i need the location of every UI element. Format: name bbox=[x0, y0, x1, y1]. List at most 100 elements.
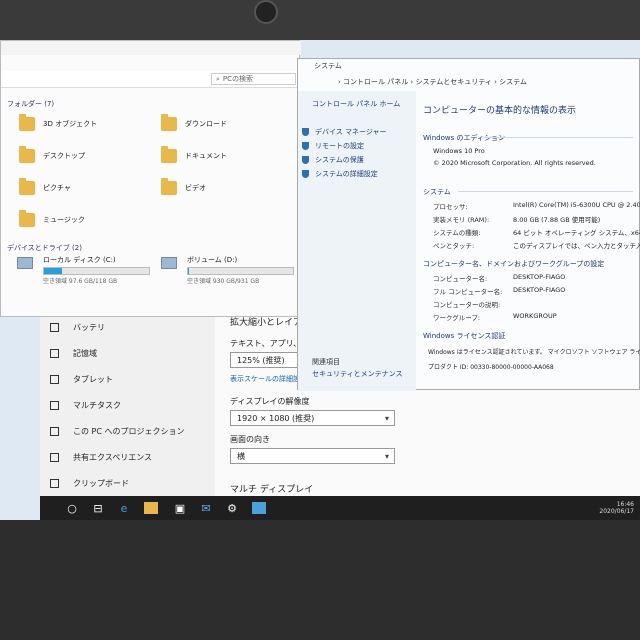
clipboard-icon bbox=[50, 478, 59, 488]
folder-downloads[interactable]: ダウンロード bbox=[161, 114, 227, 131]
projection-icon bbox=[50, 426, 59, 436]
chevron-down-icon: ▾ bbox=[384, 414, 389, 423]
folder-desktop[interactable]: デスクトップ bbox=[19, 146, 85, 163]
nav-item-storage[interactable]: 記憶域 bbox=[50, 344, 97, 362]
webcam bbox=[254, 0, 278, 24]
see-also-header: 関連項目 bbox=[312, 358, 340, 366]
system-left-pane: コントロール パネル ホーム デバイス マネージャー リモートの設定 システムの… bbox=[298, 91, 416, 391]
resolution-label: ディスプレイの解像度 bbox=[230, 397, 310, 406]
system-clock[interactable]: 16:46 2020/06/17 bbox=[599, 501, 634, 515]
processor-label: プロセッサ: bbox=[433, 203, 468, 211]
description-label: コンピューターの説明: bbox=[433, 301, 501, 309]
storage-icon bbox=[50, 348, 59, 358]
settings-icon[interactable]: ⚙ bbox=[224, 500, 240, 516]
drive-d-usage-fill bbox=[188, 268, 190, 274]
drive-icon bbox=[161, 257, 177, 269]
ram-value: 8.00 GB (7.88 GB 使用可能) bbox=[513, 216, 601, 224]
edition-value: Windows 10 Pro bbox=[433, 147, 485, 155]
settings-nav: バッテリ 記憶域 タブレット マルチタスク この PC へのプロジェクション 共… bbox=[40, 310, 215, 520]
workgroup-value: WORKGROUP bbox=[513, 312, 557, 320]
battery-icon bbox=[50, 322, 59, 332]
explorer-window: ⌕ PCの検索 フォルダー (7) 3D オブジェクト ダウンロード デスクトップ… bbox=[0, 40, 301, 317]
search-icon: ⌕ bbox=[216, 74, 220, 83]
system-heading: コンピューターの基本的な情報の表示 bbox=[423, 106, 577, 116]
advanced-settings-link[interactable]: システムの詳細設定 bbox=[302, 169, 378, 179]
system-protection-link[interactable]: システムの保護 bbox=[302, 155, 364, 165]
license-text[interactable]: Windows はライセンス認証されています。 マイクロソフト ソフトウェア ラ… bbox=[428, 347, 640, 356]
task-view-icon[interactable]: ⊟ bbox=[90, 500, 106, 516]
license-header: Windows ライセンス認証 bbox=[423, 332, 506, 340]
explorer-titlebar[interactable] bbox=[1, 41, 301, 55]
folder-videos[interactable]: ビデオ bbox=[161, 178, 206, 195]
workgroup-label: ワークグループ: bbox=[433, 314, 481, 322]
folder-icon bbox=[161, 178, 177, 195]
drive-icon bbox=[17, 257, 33, 269]
computer-name-header: コンピューター名、ドメインおよびワークグループの設定 bbox=[423, 260, 605, 268]
system-type-label: システムの種類: bbox=[433, 229, 481, 237]
folder-icon bbox=[161, 114, 177, 131]
shared-experiences-icon bbox=[50, 452, 59, 462]
computer-name-label: コンピューター名: bbox=[433, 275, 488, 283]
full-name-value: DESKTOP-FIAGO bbox=[513, 286, 566, 294]
remote-settings-link[interactable]: リモートの設定 bbox=[302, 141, 364, 151]
edge-icon[interactable]: e bbox=[116, 500, 132, 516]
search-input[interactable]: ⌕ PCの検索 bbox=[211, 73, 296, 85]
nav-item-shared-experiences[interactable]: 共有エクスペリエンス bbox=[50, 448, 152, 466]
control-panel-home-link[interactable]: コントロール パネル ホーム bbox=[312, 99, 400, 109]
advanced-scaling-link[interactable]: 表示スケールの詳細設定 bbox=[230, 374, 307, 384]
divider bbox=[483, 137, 633, 138]
drive-c-usage-fill bbox=[44, 268, 62, 274]
folder-music[interactable]: ミュージック bbox=[19, 210, 85, 227]
screen: バッテリ 記憶域 タブレット マルチタスク この PC へのプロジェクション 共… bbox=[0, 40, 640, 520]
shield-icon bbox=[302, 142, 309, 150]
orientation-select[interactable]: 横 ▾ bbox=[230, 448, 395, 464]
product-id: プロダクト ID: 00330-80000-00000-AA068 bbox=[428, 364, 554, 371]
folder-3d-objects[interactable]: 3D オブジェクト bbox=[19, 114, 97, 131]
drive-c-usage-bar bbox=[43, 267, 150, 275]
folders-header[interactable]: フォルダー (7) bbox=[7, 99, 54, 109]
devices-header[interactable]: デバイスとドライブ (2) bbox=[7, 243, 82, 253]
store-icon[interactable]: ▣ bbox=[172, 500, 188, 516]
laptop-bezel-top bbox=[0, 0, 640, 40]
folder-pictures[interactable]: ピクチャ bbox=[19, 178, 71, 195]
folder-icon bbox=[19, 178, 35, 195]
file-explorer-icon[interactable] bbox=[144, 502, 158, 514]
divider bbox=[458, 191, 633, 192]
system-header: システム bbox=[423, 188, 451, 196]
folder-icon bbox=[19, 114, 35, 131]
start-icon[interactable]: ○ bbox=[64, 500, 80, 516]
folder-icon bbox=[161, 146, 177, 163]
drive-c[interactable]: ローカル ディスク (C:) 空き領域 97.6 GB/118 GB bbox=[17, 255, 157, 289]
nav-item-tablet[interactable]: タブレット bbox=[50, 370, 113, 388]
tablet-icon bbox=[50, 374, 59, 384]
nav-item-multitasking[interactable]: マルチタスク bbox=[50, 396, 121, 414]
multi-display-header: マルチ ディスプレイ bbox=[230, 485, 314, 495]
shield-icon bbox=[302, 156, 309, 164]
system-titlebar[interactable]: システム bbox=[298, 59, 640, 73]
processor-value: Intel(R) Core(TM) i5-6300U CPU @ 2.40GHz bbox=[513, 201, 640, 209]
nav-item-battery[interactable]: バッテリ bbox=[50, 318, 105, 336]
security-maintenance-link[interactable]: セキュリティとメンテナンス bbox=[312, 369, 402, 379]
nav-item-clipboard[interactable]: クリップボード bbox=[50, 474, 129, 492]
copyright: © 2020 Microsoft Corporation. All rights… bbox=[433, 159, 596, 167]
photos-icon[interactable] bbox=[252, 502, 266, 514]
folder-documents[interactable]: ドキュメント bbox=[161, 146, 227, 163]
ram-label: 実装メモリ (RAM): bbox=[433, 216, 490, 224]
pen-touch-label: ペンとタッチ: bbox=[433, 242, 475, 250]
drive-d-usage-bar bbox=[187, 267, 294, 275]
shield-icon bbox=[302, 170, 309, 178]
chevron-down-icon: ▾ bbox=[384, 452, 389, 461]
folder-icon bbox=[19, 210, 35, 227]
edition-header: Windows のエディション bbox=[423, 134, 505, 142]
computer-name-value: DESKTOP-FIAGO bbox=[513, 273, 566, 281]
nav-item-projection[interactable]: この PC へのプロジェクション bbox=[50, 422, 185, 440]
mail-icon[interactable]: ✉ bbox=[198, 500, 214, 516]
pen-touch-value: このディスプレイでは、ペン入力とタッチ入力は bbox=[513, 242, 640, 250]
folder-icon bbox=[19, 146, 35, 163]
taskbar: ○ ⊟ e ▣ ✉ ⚙ 16:46 2020/06/17 bbox=[40, 496, 640, 520]
system-window: システム › コントロール パネル › システムとセキュリティ › システム コ… bbox=[297, 58, 640, 391]
device-manager-link[interactable]: デバイス マネージャー bbox=[302, 127, 387, 137]
drive-d[interactable]: ボリューム (D:) 空き領域 930 GB/931 GB bbox=[161, 255, 301, 289]
system-breadcrumb[interactable]: › コントロール パネル › システムとセキュリティ › システム bbox=[338, 75, 638, 89]
resolution-select[interactable]: 1920 × 1080 (推奨) ▾ bbox=[230, 410, 395, 426]
